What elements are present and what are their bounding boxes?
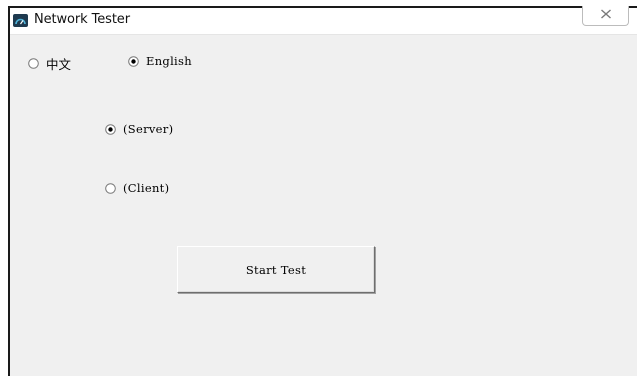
network-tester-window: Network Tester 中文 English (Server) (Clie… <box>8 6 637 376</box>
radio-label-client: (Client) <box>123 181 170 195</box>
network-speedometer-icon <box>13 14 28 27</box>
radio-mode-client[interactable]: (Client) <box>105 181 169 195</box>
window-title: Network Tester <box>34 12 130 27</box>
radio-mode-server[interactable]: (Server) <box>105 122 173 136</box>
radio-unchecked-icon <box>28 58 39 69</box>
radio-label-english: English <box>146 54 192 68</box>
close-icon <box>601 9 611 19</box>
radio-language-english[interactable]: English <box>128 54 192 68</box>
radio-checked-icon <box>128 55 139 67</box>
close-button[interactable] <box>582 6 629 26</box>
start-test-button[interactable]: Start Test <box>177 246 375 293</box>
radio-unchecked-icon <box>105 182 116 194</box>
radio-label-chinese: 中文 <box>46 57 72 72</box>
radio-checked-icon <box>105 123 116 135</box>
title-bar[interactable]: Network Tester <box>10 6 637 35</box>
radio-language-chinese[interactable]: 中文 <box>28 54 71 73</box>
radio-label-server: (Server) <box>123 122 174 136</box>
